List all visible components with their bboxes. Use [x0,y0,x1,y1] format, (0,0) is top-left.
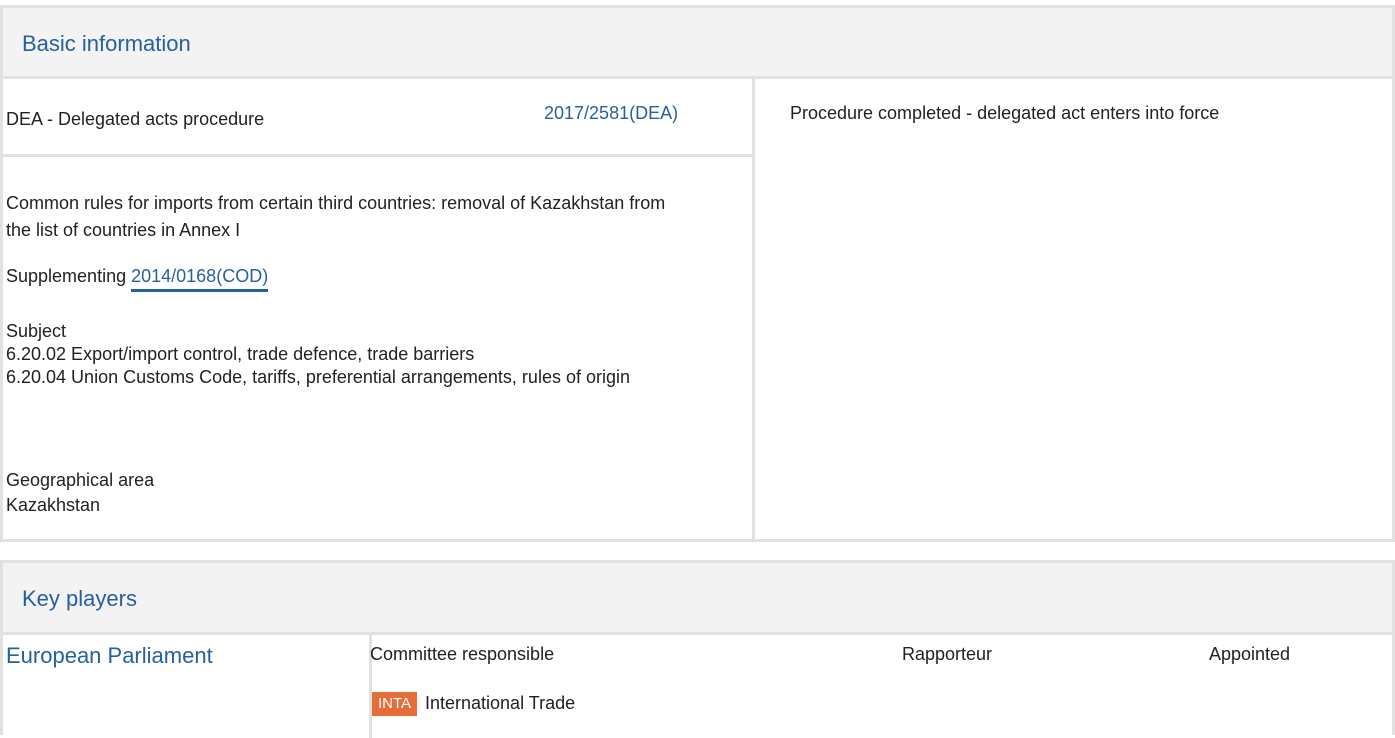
procedure-title: Common rules for imports from certain th… [6,193,666,240]
key-players-panel: Key players European Parliament Committe… [0,560,1395,738]
supplementing-line: Supplementing 2014/0168(COD) [6,265,269,292]
subject-block: Subject 6.20.02 Export/import control, t… [6,320,726,389]
procedure-reference-link[interactable]: 2017/2581(DEA) [544,102,678,124]
column-committee-responsible: Committee responsible [370,644,555,664]
basic-information-panel: Basic information DEA - Delegated acts p… [0,5,1395,542]
geographical-value: Kazakhstan [6,495,101,515]
supplementing-label: Supplementing [6,266,127,286]
committee-name: International Trade [425,693,576,713]
committee-badge: INTA [372,692,418,716]
row-divider [3,154,752,157]
basic-information-header: Basic information [3,8,1392,79]
subject-item: 6.20.02 Export/import control, trade def… [6,344,475,364]
geographical-block: Geographical area Kazakhstan [6,468,154,518]
key-players-header: Key players [3,563,1392,635]
subject-label: Subject [6,321,67,341]
column-appointed: Appointed [1209,644,1291,664]
procedure-status: Procedure completed - delegated act ente… [790,103,1220,123]
procedure-type: DEA - Delegated acts procedure [6,109,265,129]
basic-information-title: Basic information [22,31,191,56]
column-rapporteur: Rapporteur [902,644,993,664]
institution-link[interactable]: European Parliament [6,643,213,669]
key-players-title: Key players [22,586,137,611]
column-divider [752,79,755,539]
supplementing-reference-link[interactable]: 2014/0168(COD) [131,266,269,292]
subject-item: 6.20.04 Union Customs Code, tariffs, pre… [6,367,630,387]
geographical-label: Geographical area [6,470,155,490]
